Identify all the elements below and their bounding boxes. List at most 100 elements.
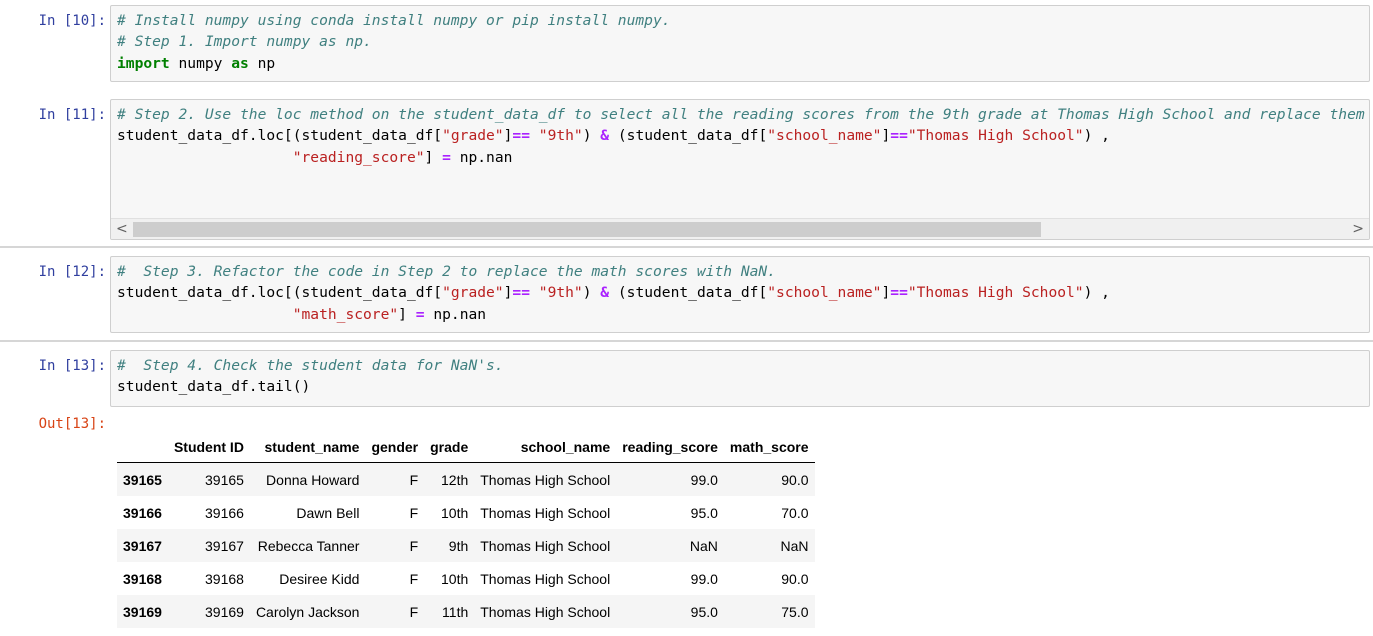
code-token: ]: [881, 127, 891, 145]
code-token: =: [415, 305, 425, 323]
code-token: student_data_df.tail(): [117, 378, 311, 396]
column-header: student_name: [249, 432, 366, 463]
code-token: # Step 2. Use the loc method on the stud…: [117, 106, 1370, 123]
code-token: ]: [881, 284, 891, 302]
table-cell: NaN: [689, 537, 718, 554]
table-cell: 90.0: [781, 471, 809, 488]
row-index: 39167: [123, 537, 162, 554]
table-cell: Thomas High School: [480, 537, 611, 554]
code-token: ]: [398, 305, 416, 323]
table-cell: 10th: [441, 570, 469, 587]
table-cell: Rebecca Tanner: [257, 537, 360, 554]
code-token: "9th": [538, 284, 583, 302]
table-cell: F: [409, 537, 419, 554]
table-cell: Thomas High School: [480, 603, 611, 620]
row-index: 39166: [123, 504, 162, 521]
table-cell: 90.0: [781, 570, 809, 587]
table-cell: F: [409, 471, 419, 488]
code-token: ) ,: [1083, 284, 1110, 302]
table-cell: Thomas High School: [480, 504, 611, 521]
column-header: Student ID: [167, 432, 250, 463]
table-cell: 95.0: [690, 603, 718, 620]
code-text[interactable]: # Step 4. Check the student data for NaN…: [111, 351, 1369, 398]
dataframe-table: Student ID student_name gender grade school_…: [117, 432, 815, 628]
code-token: student_data_df.loc[(student_data_df[: [117, 127, 443, 145]
code-token: np: [248, 54, 276, 72]
code-token: import: [117, 54, 170, 72]
code-token: "grade": [442, 127, 504, 145]
column-header: reading_score: [616, 432, 724, 463]
table-cell: Desiree Kidd: [279, 570, 360, 587]
scroll-left-icon[interactable]: <: [116, 221, 128, 237]
code-text[interactable]: # Install numpy using conda install nump…: [111, 6, 1369, 74]
table-cell: Thomas High School: [480, 570, 611, 587]
code-token: "grade": [442, 284, 504, 302]
code-token: student_data_df.loc[(student_data_df[: [117, 284, 443, 302]
code-editor[interactable]: # Step 2. Use the loc method on the stud…: [110, 99, 1370, 240]
table-cell: Carolyn Jackson: [255, 603, 360, 620]
code-token: "Thomas High School": [907, 284, 1084, 302]
code-token: ) ,: [1083, 127, 1110, 145]
code-token: ): [582, 284, 601, 302]
table-header-row: Student ID student_name gender grade school_…: [117, 432, 815, 463]
table-cell: 39165: [205, 471, 244, 488]
table-cell: 39166: [205, 504, 244, 521]
code-token: "school_name": [767, 127, 882, 145]
code-text[interactable]: # Step 2. Use the loc method on the stud…: [111, 100, 1369, 168]
code-token: =: [442, 148, 451, 166]
code-token: np.nan: [424, 305, 487, 323]
table-cell: 10th: [441, 504, 469, 521]
code-token: ]: [424, 148, 443, 166]
table-cell: F: [409, 603, 419, 620]
table-row: 39169 39169 Carolyn Jackson F 11th Thomas Hig…: [117, 595, 815, 628]
table-cell: 11th: [442, 603, 469, 620]
table-cell: NaN: [780, 537, 809, 554]
code-token: &: [600, 284, 610, 302]
code-token: # Step 4. Check the student data for NaN…: [117, 357, 504, 374]
input-prompt: In [10]:: [38, 13, 106, 29]
column-header: gender: [365, 432, 425, 463]
input-prompt: In [11]:: [38, 107, 106, 123]
code-token: ): [582, 127, 601, 145]
table-cell: F: [409, 570, 419, 587]
table-row: 39168 39168 Desiree Kidd F 10th Thomas High S…: [117, 562, 815, 595]
table-cell: 39168: [205, 570, 244, 587]
table-cell: 95.0: [690, 504, 718, 521]
code-editor[interactable]: # Step 4. Check the student data for NaN…: [110, 350, 1370, 407]
table-cell: 12th: [441, 471, 469, 488]
table-cell: Thomas High School: [480, 471, 611, 488]
code-token: (student_data_df[: [609, 284, 768, 302]
code-token: np.nan: [450, 148, 513, 166]
cell-separator: [0, 340, 1373, 342]
code-token: (student_data_df[: [609, 127, 768, 145]
cell-separator: [0, 246, 1373, 248]
table-row: 39167 39167 Rebecca Tanner F 9th Thomas High …: [117, 529, 815, 562]
input-prompt: In [13]:: [38, 358, 106, 374]
code-token: ==: [890, 284, 908, 302]
row-index: 39169: [123, 603, 162, 620]
table-body: 39165 39165 Donna Howard F 12th Thomas High S…: [117, 462, 815, 628]
code-token: "9th": [538, 127, 583, 145]
scroll-right-icon[interactable]: >: [1352, 221, 1364, 237]
code-token: ==: [512, 284, 530, 302]
column-header: school_name: [474, 432, 617, 463]
code-token: # Step 1. Import numpy as np.: [117, 33, 372, 51]
code-token: # Install numpy using conda install nump…: [117, 12, 671, 29]
code-text[interactable]: # Step 3. Refactor the code in Step 2 to…: [111, 257, 1369, 325]
table-row: 39165 39165 Donna Howard F 12th Thomas High S…: [117, 462, 815, 496]
table-cell: 75.0: [781, 603, 809, 620]
column-header: [117, 432, 168, 463]
code-editor[interactable]: # Install numpy using conda install nump…: [110, 5, 1370, 82]
code-token: &: [600, 127, 610, 145]
code-token: # Step 3. Refactor the code in Step 2 to…: [117, 263, 776, 280]
scrollbar-thumb[interactable]: [133, 222, 1041, 237]
code-editor[interactable]: # Step 3. Refactor the code in Step 2 to…: [110, 256, 1370, 333]
table-cell: F: [409, 504, 419, 521]
output-prompt: Out[13]:: [38, 416, 106, 432]
row-index: 39168: [123, 570, 162, 587]
table-cell: 9th: [448, 537, 469, 554]
horizontal-scrollbar[interactable]: < >: [111, 218, 1369, 239]
table-cell: 39167: [205, 537, 244, 554]
